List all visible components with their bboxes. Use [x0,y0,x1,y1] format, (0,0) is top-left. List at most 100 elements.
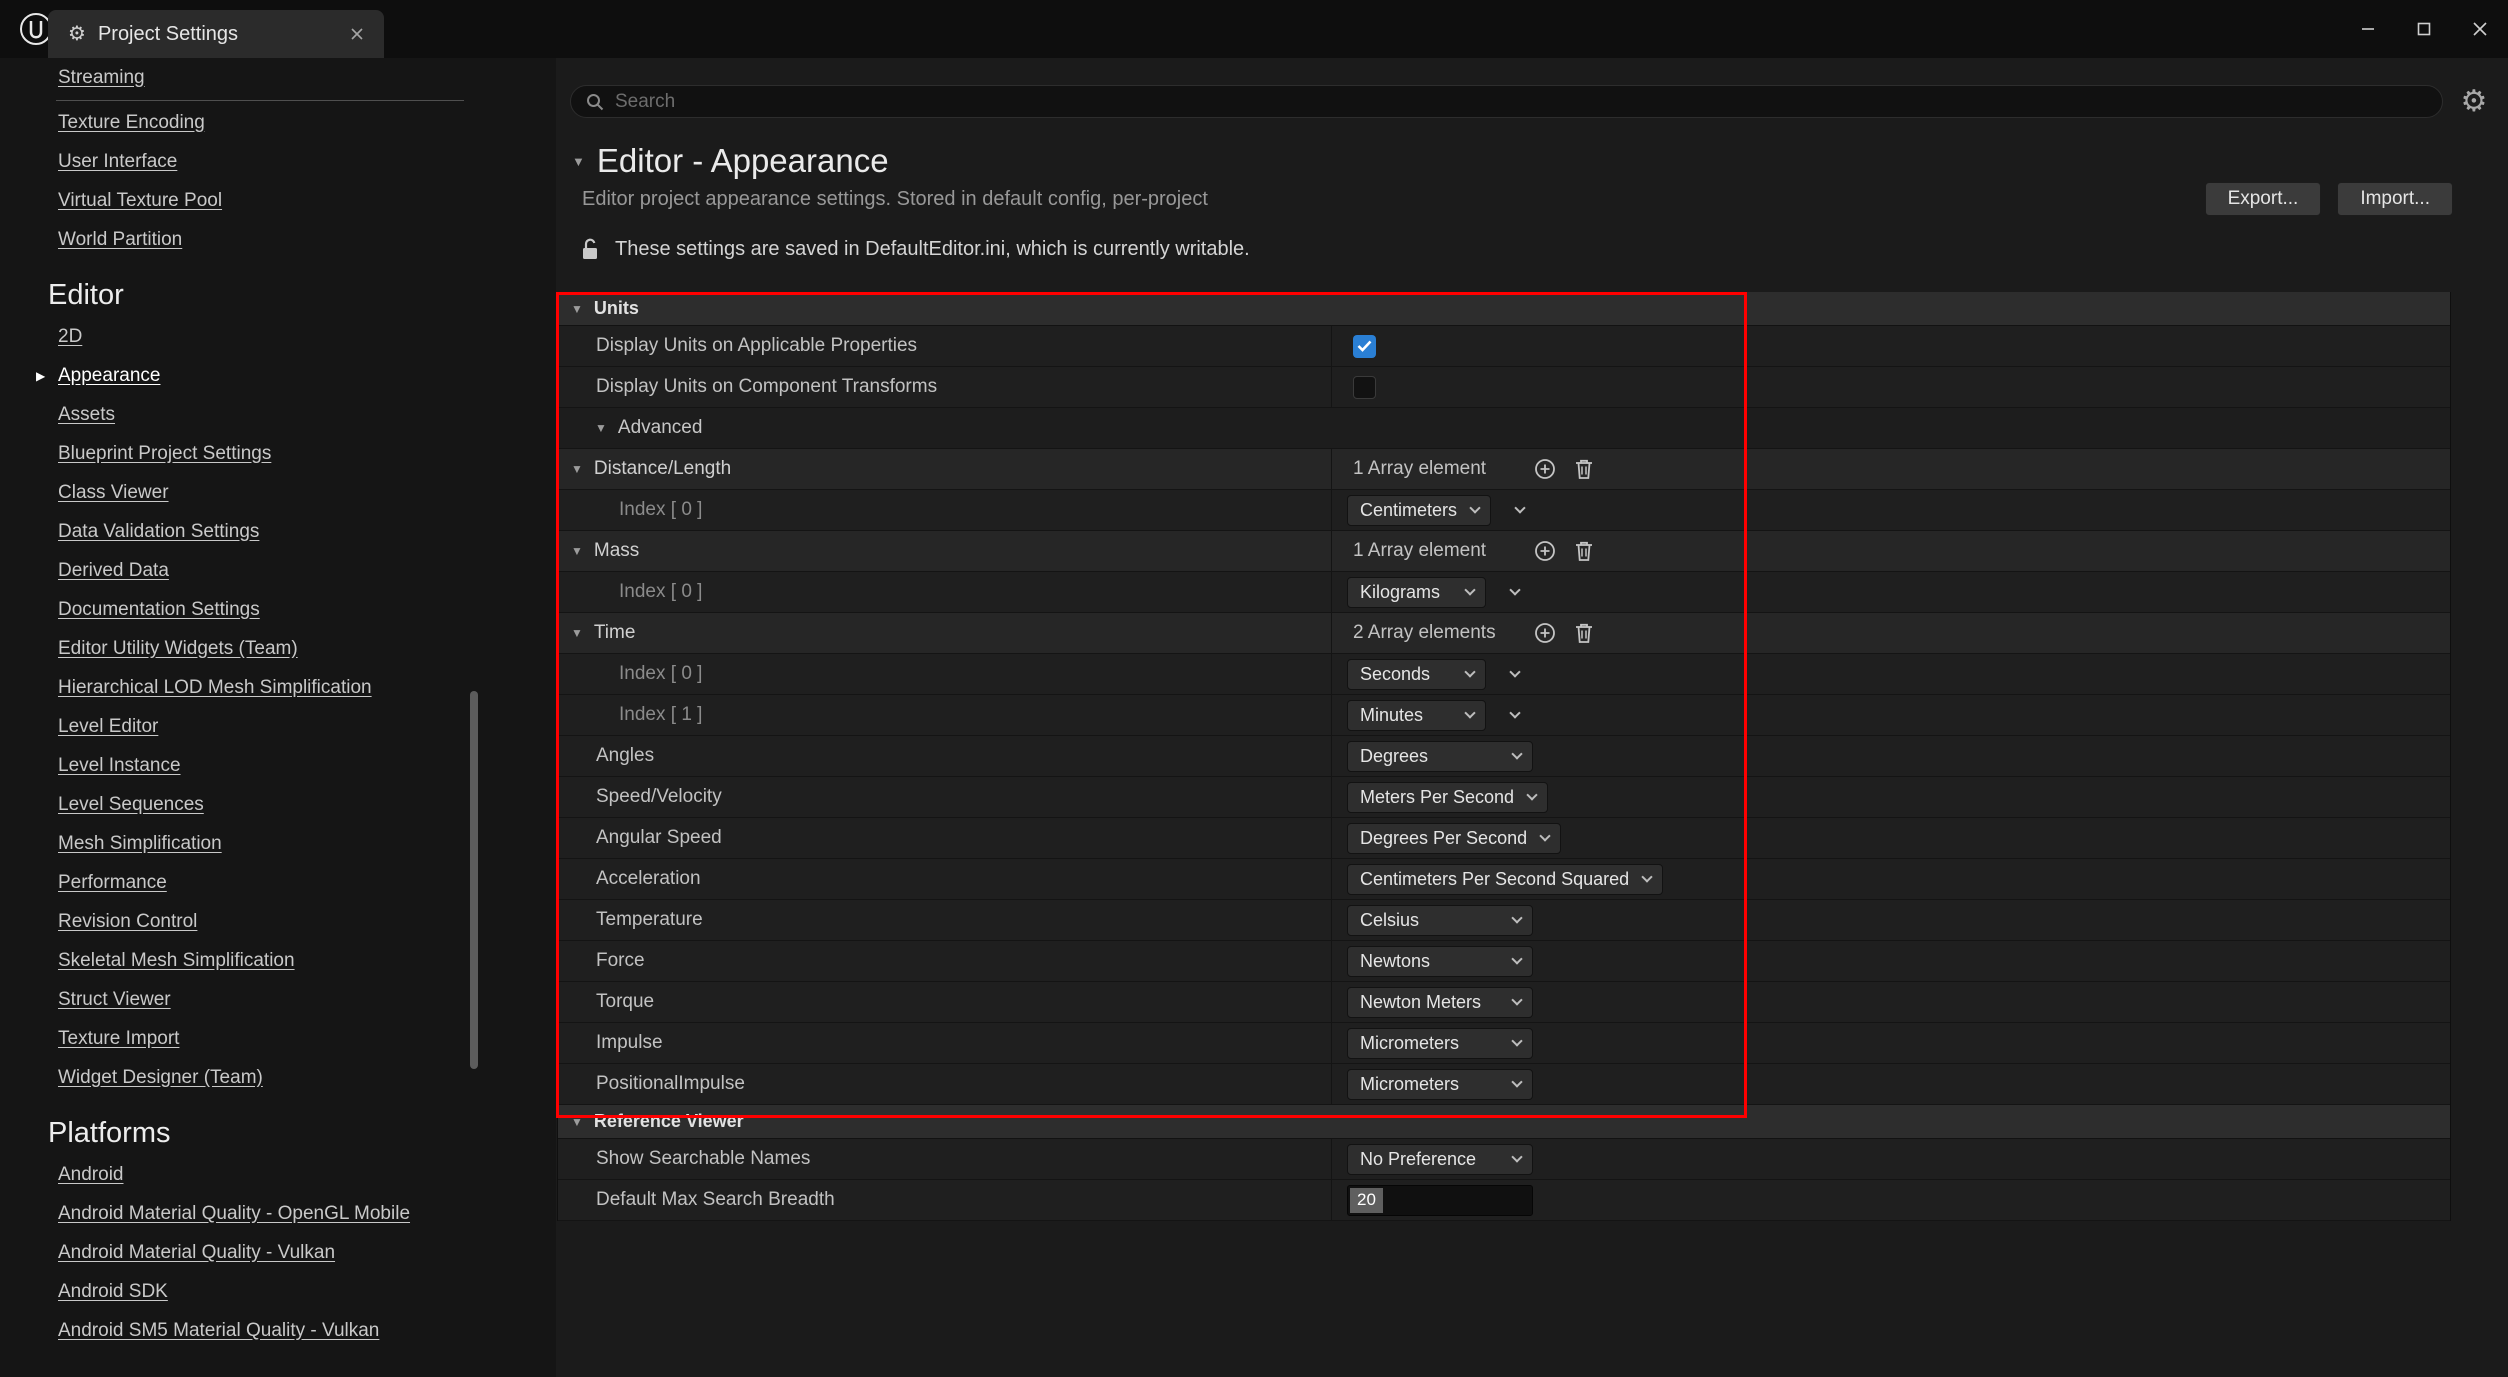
chevron-down-icon [1526,789,1537,800]
sidebar-section-platforms: Platforms [0,1111,556,1155]
settings-sidebar: Streaming Texture Encoding User Interfac… [0,58,556,1377]
sidebar-item-android-sdk[interactable]: Android SDK [0,1272,556,1311]
tab-project-settings[interactable]: ⚙ Project Settings [48,10,384,58]
sidebar-item-world-partition[interactable]: World Partition [0,220,556,259]
add-array-element-button[interactable] [1532,538,1558,564]
sidebar-item-android[interactable]: Android [0,1155,556,1194]
chevron-down-icon [1641,871,1652,882]
max-search-breadth-input[interactable]: 20 [1347,1185,1533,1216]
collapse-triangle-icon[interactable]: ▼ [572,155,585,168]
setting-row-force: Force Newtons [558,941,2450,982]
setting-row-temperature: Temperature Celsius [558,900,2450,941]
sidebar-scrollbar[interactable] [470,691,478,1069]
sidebar-item-virtual-texture-pool[interactable]: Virtual Texture Pool [0,181,556,220]
window-controls [2340,0,2508,58]
search-row: ⚙ [570,85,2493,118]
add-array-element-button[interactable] [1532,620,1558,646]
chevron-down-icon [1511,1076,1522,1087]
delete-array-elements-button[interactable] [1572,456,1596,482]
setting-row-angles: Angles Degrees [558,736,2450,777]
chevron-down-icon [1511,994,1522,1005]
collapse-triangle-icon: ▼ [571,303,583,315]
window-titlebar: ⚙ Project Settings [0,0,2508,58]
selected-arrow-icon: ▶ [36,369,45,383]
angles-dropdown[interactable]: Degrees [1347,741,1533,772]
import-button[interactable]: Import... [2337,182,2453,216]
angular-speed-dropdown[interactable]: Degrees Per Second [1347,823,1561,854]
array-element-options-button[interactable] [1500,659,1530,690]
chevron-down-icon [1539,830,1550,841]
array-element-options-button[interactable] [1500,700,1530,731]
add-array-element-button[interactable] [1532,456,1558,482]
page-subheader: Editor project appearance settings. Stor… [582,182,2453,216]
sidebar-item-assets[interactable]: Assets [0,395,556,434]
delete-array-elements-button[interactable] [1572,538,1596,564]
setting-row-show-searchable-names: Show Searchable Names No Preference [558,1139,2450,1180]
sidebar-item-streaming[interactable]: Streaming [0,58,556,97]
sidebar-item-texture-encoding[interactable]: Texture Encoding [0,103,556,142]
chevron-down-icon [1509,666,1520,677]
distance-length-array-header[interactable]: ▼ Distance/Length 1 Array element [558,449,2450,490]
sidebar-divider [56,100,464,101]
distance-unit-dropdown[interactable]: Centimeters [1347,495,1491,526]
collapse-triangle-icon: ▼ [571,1116,583,1128]
array-element-options-button[interactable] [1505,495,1535,526]
sidebar-item-user-interface[interactable]: User Interface [0,142,556,181]
maximize-button[interactable] [2396,0,2452,58]
unlock-icon [579,236,601,262]
close-button[interactable] [2452,0,2508,58]
mass-index-0-row: Index [ 0 ] Kilograms [558,572,2450,613]
temperature-dropdown[interactable]: Celsius [1347,905,1533,936]
config-notice-text: These settings are saved in DefaultEdito… [615,238,1250,261]
sidebar-item-2d[interactable]: 2D [0,317,556,356]
array-element-options-button[interactable] [1500,577,1530,608]
collapse-triangle-icon: ▼ [571,545,583,557]
time-unit-dropdown[interactable]: Seconds [1347,659,1486,690]
chevron-down-icon [1511,748,1522,759]
sidebar-item-documentation-settings[interactable]: Documentation Settings [0,590,556,629]
settings-gear-icon[interactable]: ⚙ [2455,87,2493,117]
time-unit-dropdown[interactable]: Minutes [1347,700,1486,731]
time-array-header[interactable]: ▼ Time 2 Array elements [558,613,2450,654]
sidebar-item-class-viewer[interactable]: Class Viewer [0,473,556,512]
acceleration-dropdown[interactable]: Centimeters Per Second Squared [1347,864,1663,895]
display-units-transforms-checkbox[interactable] [1353,376,1376,399]
impulse-dropdown[interactable]: Micrometers [1347,1028,1533,1059]
page-subtitle: Editor project appearance settings. Stor… [582,188,1208,211]
sidebar-item-editor-utility-widgets[interactable]: Editor Utility Widgets (Team) [0,629,556,668]
units-section-header[interactable]: ▼ Units [558,292,2450,326]
tab-close-icon[interactable] [344,21,370,47]
sidebar-item-appearance[interactable]: ▶ Appearance [0,356,556,395]
sidebar-item-derived-data[interactable]: Derived Data [0,551,556,590]
chevron-down-icon [1511,1151,1522,1162]
display-units-properties-checkbox[interactable] [1353,335,1376,358]
reference-viewer-section-header[interactable]: ▼ Reference Viewer [558,1105,2450,1139]
setting-row-display-units-properties: Display Units on Applicable Properties [558,326,2450,367]
sidebar-item-android-sm5-mq-vulkan[interactable]: Android SM5 Material Quality - Vulkan [0,1311,556,1350]
force-dropdown[interactable]: Newtons [1347,946,1533,977]
search-box[interactable] [570,85,2443,118]
search-input[interactable] [615,91,2428,113]
setting-row-default-max-search-breadth: Default Max Search Breadth 20 [558,1180,2450,1221]
delete-array-elements-button[interactable] [1572,620,1596,646]
setting-row-acceleration: Acceleration Centimeters Per Second Squa… [558,859,2450,900]
sidebar-item-data-validation-settings[interactable]: Data Validation Settings [0,512,556,551]
minimize-button[interactable] [2340,0,2396,58]
sidebar-item-blueprint-project-settings[interactable]: Blueprint Project Settings [0,434,556,473]
torque-dropdown[interactable]: Newton Meters [1347,987,1533,1018]
speed-velocity-dropdown[interactable]: Meters Per Second [1347,782,1548,813]
sidebar-item-android-mq-opengl[interactable]: Android Material Quality - OpenGL Mobile [0,1194,556,1233]
settings-table: ▼ Units Display Units on Applicable Prop… [557,292,2451,1221]
advanced-expander[interactable]: ▼ Advanced [558,408,2450,449]
sidebar-item-android-mq-vulkan[interactable]: Android Material Quality - Vulkan [0,1233,556,1272]
export-button[interactable]: Export... [2205,182,2322,216]
page-title: Editor - Appearance [597,142,889,180]
mass-array-header[interactable]: ▼ Mass 1 Array element [558,531,2450,572]
setting-row-impulse: Impulse Micrometers [558,1023,2450,1064]
positional-impulse-dropdown[interactable]: Micrometers [1347,1069,1533,1100]
chevron-down-icon [1509,707,1520,718]
mass-unit-dropdown[interactable]: Kilograms [1347,577,1486,608]
chevron-down-icon [1511,953,1522,964]
setting-row-torque: Torque Newton Meters [558,982,2450,1023]
show-searchable-names-dropdown[interactable]: No Preference [1347,1144,1533,1175]
